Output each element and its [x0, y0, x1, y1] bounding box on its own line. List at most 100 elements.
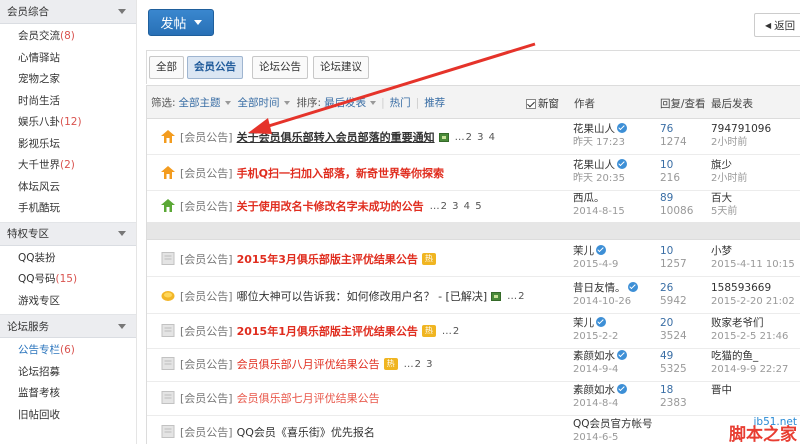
filter-all-topics[interactable]: 全部主题: [179, 95, 231, 110]
last-post-user[interactable]: 吃猫的鱼_: [711, 350, 788, 363]
table-row[interactable]: [会员公告] QQ会员《喜乐街》优先报名 QQ会员官方帐号 2014-6-5: [147, 414, 800, 444]
thread-stats-cell: 49 5325: [660, 350, 687, 376]
last-post-time[interactable]: 5天前: [711, 205, 737, 218]
last-post-time[interactable]: 2015-2-20 21:02: [711, 295, 795, 308]
sidebar-item[interactable]: 监督考核: [0, 383, 136, 405]
author-name[interactable]: 茉儿: [573, 245, 594, 257]
sidebar-item-label: 影视乐坛: [18, 137, 60, 150]
thread-tag[interactable]: [会员公告]: [180, 165, 233, 181]
last-post-time[interactable]: 2小时前: [711, 172, 747, 185]
chevron-down-icon: [224, 100, 231, 105]
last-post-time[interactable]: 2015-4-11 10:15: [711, 258, 795, 271]
tab-member-announcement[interactable]: 会员公告: [187, 56, 243, 79]
sidebar-item[interactable]: 手机酷玩: [0, 198, 136, 220]
table-row[interactable]: [会员公告] 会员俱乐部七月评优结果公告 素颜如水 2014-8-4 18 2383 晋中: [147, 380, 800, 416]
thread-author-cell: 昔日友情。 2014-10-26: [573, 282, 638, 308]
thread-pages[interactable]: …2 3: [404, 359, 434, 370]
thread-title-link[interactable]: 哪位大神可以告诉我：如何修改用户名？ - [已解决]: [237, 288, 488, 304]
filter-all-time[interactable]: 全部时间: [238, 95, 290, 110]
sidebar-item-label: 旧帖回收: [18, 408, 60, 421]
author-name[interactable]: 素颜如水: [573, 384, 615, 396]
thread-title-link[interactable]: 关于会员俱乐部转入会员部落的重要通知: [237, 129, 435, 145]
sidebar-item-count: (2): [60, 159, 75, 171]
thread-pages[interactable]: …2: [442, 326, 460, 337]
last-post-time[interactable]: 2015-2-5 21:46: [711, 330, 788, 343]
filter-hot[interactable]: 热门: [390, 95, 411, 110]
author-name[interactable]: 花果山人: [573, 123, 615, 135]
last-post-user[interactable]: 百大: [711, 192, 737, 205]
thread-title-link[interactable]: QQ会员《喜乐街》优先报名: [237, 424, 375, 440]
last-post-time[interactable]: 2小时前: [711, 136, 771, 149]
last-post-user[interactable]: 旗少: [711, 159, 747, 172]
sidebar-item[interactable]: 旧帖回收: [0, 405, 136, 427]
sidebar-item[interactable]: 游戏专区: [0, 291, 136, 313]
thread-tag[interactable]: [会员公告]: [180, 288, 233, 304]
thread-tag[interactable]: [会员公告]: [180, 251, 233, 267]
post-button[interactable]: 发帖: [148, 9, 214, 36]
last-post-user[interactable]: 败家老爷们: [711, 317, 788, 330]
table-row[interactable]: [会员公告] 2015年3月俱乐部版主评优结果公告热 茉儿 2015-4-9 10 125…: [147, 241, 800, 277]
thread-tag[interactable]: [会员公告]: [180, 356, 233, 372]
sidebar-item[interactable]: 体坛风云: [0, 177, 136, 199]
divider: |: [381, 96, 385, 109]
thread-title-link[interactable]: 关于使用改名卡修改名字未成功的公告: [237, 198, 424, 214]
sidebar-item[interactable]: 娱乐八卦(12): [0, 112, 136, 134]
thread-title-link[interactable]: 手机Q扫一扫加入部落，新奇世界等你探索: [237, 165, 444, 181]
thread-stats-cell: 10 216: [660, 159, 680, 185]
last-post-time[interactable]: 2014-9-9 22:27: [711, 363, 788, 376]
author-name[interactable]: 花果山人: [573, 159, 615, 171]
table-row[interactable]: [会员公告] 2015年1月俱乐部版主评优结果公告热 …2 茉儿 2015-2-2 20 3…: [147, 313, 800, 349]
thread-tag[interactable]: [会员公告]: [180, 129, 233, 145]
sidebar-section-items: 会员交流(8) 心情驿站 宠物之家 时尚生活 娱乐八卦(12) 影视乐坛大千世界(2) 体坛…: [0, 24, 136, 222]
sidebar-item[interactable]: 论坛招募: [0, 362, 136, 384]
thread-tag[interactable]: [会员公告]: [180, 424, 233, 440]
sidebar-item[interactable]: 心情驿站: [0, 48, 136, 70]
author-name[interactable]: 西瓜。: [573, 192, 605, 204]
filter-recommend[interactable]: 推荐: [424, 95, 445, 110]
thread-tag[interactable]: [会员公告]: [180, 198, 233, 214]
sidebar-section-header[interactable]: 特权专区: [0, 221, 136, 246]
thread-stats-cell: 76 1274: [660, 123, 687, 149]
author-name[interactable]: QQ会员官方帐号: [573, 418, 653, 430]
thread-tag[interactable]: [会员公告]: [180, 390, 233, 406]
thread-pages[interactable]: …2 3 4: [455, 132, 496, 143]
sidebar-item[interactable]: QQ号码(15): [0, 269, 136, 291]
last-post-user[interactable]: 晋中: [711, 384, 732, 397]
back-button[interactable]: ◀ 返回: [754, 13, 800, 37]
thread-title-link[interactable]: 2015年3月俱乐部版主评优结果公告: [237, 251, 418, 267]
chevron-down-icon: [118, 9, 126, 14]
table-row[interactable]: [会员公告] 手机Q扫一扫加入部落，新奇世界等你探索 花果山人 昨天 20:35 10 2…: [147, 155, 800, 191]
thread-title-link[interactable]: 会员俱乐部八月评优结果公告: [237, 356, 380, 372]
sidebar-section-header[interactable]: 论坛服务: [0, 314, 136, 338]
thread-pages[interactable]: …2: [507, 291, 525, 302]
last-post-user[interactable]: 794791096: [711, 123, 771, 136]
new-window-toggle[interactable]: 新窗: [526, 96, 559, 111]
author-name[interactable]: 茉儿: [573, 317, 594, 329]
sort-last-post[interactable]: 最后发表: [324, 95, 377, 110]
thread-pages[interactable]: …2 3 4 5: [430, 201, 483, 212]
thread-title-link[interactable]: 会员俱乐部七月评优结果公告: [237, 390, 380, 406]
table-row[interactable]: [会员公告] 关于会员俱乐部转入会员部落的重要通知 …2 3 4 花果山人 昨天 17:…: [147, 119, 800, 155]
last-post-user[interactable]: 158593669: [711, 282, 795, 295]
sidebar-item[interactable]: 会员交流(8): [0, 26, 136, 48]
sidebar-item[interactable]: 时尚生活: [0, 91, 136, 113]
last-post-user[interactable]: 小梦: [711, 245, 795, 258]
view-count: 1257: [660, 258, 687, 270]
thread-title-link[interactable]: 2015年1月俱乐部版主评优结果公告: [237, 323, 418, 339]
thread-tag[interactable]: [会员公告]: [180, 323, 233, 339]
tab-forum-announcement[interactable]: 论坛公告: [252, 56, 308, 79]
checkbox-checked-icon[interactable]: [526, 98, 536, 109]
table-row[interactable]: [会员公告] 关于使用改名卡修改名字未成功的公告 …2 3 4 5 西瓜。 2014-8…: [147, 188, 800, 224]
tab-all[interactable]: 全部: [149, 56, 184, 79]
sidebar-item[interactable]: 宠物之家: [0, 69, 136, 91]
sidebar-item[interactable]: QQ装扮: [0, 248, 136, 270]
sidebar-item[interactable]: 公告专栏(6): [0, 340, 136, 362]
table-row[interactable]: [会员公告] 哪位大神可以告诉我：如何修改用户名？ - [已解决] …2 昔日友情。 2…: [147, 278, 800, 314]
tab-forum-suggestion[interactable]: 论坛建议: [313, 56, 369, 79]
sidebar-item[interactable]: 影视乐坛: [0, 134, 136, 156]
table-row[interactable]: [会员公告] 会员俱乐部八月评优结果公告热 …2 3 素颜如水 2014-9-4 49 53…: [147, 346, 800, 382]
sidebar-section-header[interactable]: 会员综合: [0, 0, 136, 24]
author-name[interactable]: 昔日友情。: [573, 282, 626, 294]
sidebar-item[interactable]: 大千世界(2): [0, 155, 136, 177]
author-name[interactable]: 素颜如水: [573, 350, 615, 362]
